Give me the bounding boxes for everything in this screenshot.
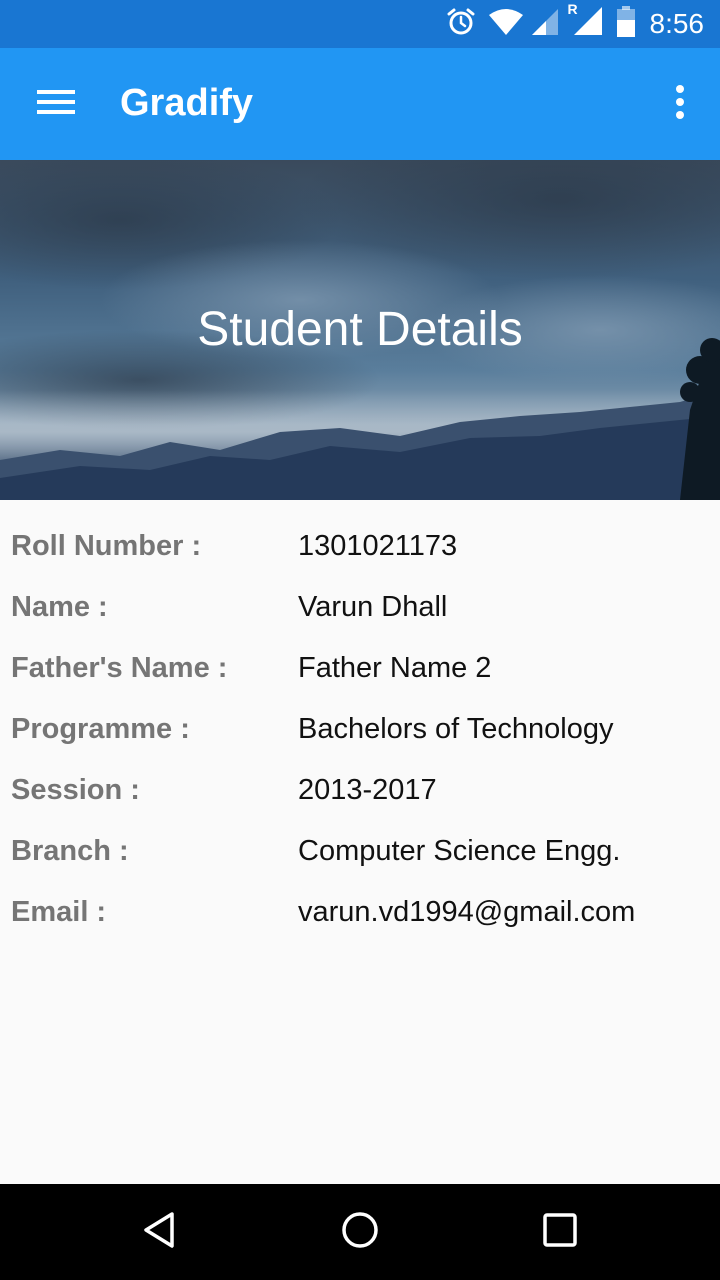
alarm-icon — [446, 7, 476, 42]
detail-label: Name : — [11, 591, 108, 623]
recents-icon — [540, 1210, 580, 1255]
wifi-icon — [488, 7, 524, 42]
detail-row-name: Name : Varun Dhall — [0, 591, 720, 652]
navigation-bar — [0, 1184, 720, 1280]
detail-label: Roll Number : — [11, 530, 202, 562]
detail-label: Father's Name : — [11, 652, 228, 684]
detail-label: Programme : — [11, 713, 190, 745]
home-icon — [340, 1210, 380, 1255]
detail-label: Email : — [11, 896, 107, 928]
battery-icon — [616, 5, 636, 43]
back-icon — [140, 1210, 180, 1255]
overflow-menu-icon — [675, 84, 685, 125]
detail-row-fathers-name: Father's Name : Father Name 2 — [0, 652, 720, 713]
detail-value: Computer Science Engg. — [298, 835, 621, 867]
student-details-list: Roll Number : 1301021173 Name : Varun Dh… — [0, 530, 720, 957]
overflow-menu-button[interactable] — [660, 76, 700, 132]
header-image: Student Details — [0, 160, 720, 500]
status-time: 8:56 — [649, 8, 705, 39]
detail-label: Branch : — [11, 835, 129, 867]
roaming-indicator: R — [567, 0, 578, 17]
detail-label: Session : — [11, 774, 140, 806]
detail-value: 2013-2017 — [298, 774, 437, 806]
roaming-signal-icon: R — [568, 1, 604, 42]
detail-row-programme: Programme : Bachelors of Technology — [0, 713, 720, 774]
app-bar: Gradify — [0, 48, 720, 160]
detail-row-email: Email : varun.vd1994@gmail.com — [0, 896, 720, 957]
detail-value: Varun Dhall — [298, 591, 448, 623]
detail-value: Father Name 2 — [298, 652, 492, 684]
detail-value: Bachelors of Technology — [298, 713, 614, 745]
back-button[interactable] — [128, 1200, 192, 1264]
home-button[interactable] — [328, 1200, 392, 1264]
detail-row-session: Session : 2013-2017 — [0, 774, 720, 835]
status-icons: R 8:56 — [434, 0, 705, 48]
app-title: Gradify — [120, 82, 254, 124]
menu-button[interactable] — [28, 76, 84, 132]
hero-title: Student Details — [197, 303, 523, 356]
status-bar: R 8:56 — [0, 0, 720, 48]
signal-icon — [530, 7, 560, 42]
detail-value: varun.vd1994@gmail.com — [298, 896, 636, 928]
detail-row-branch: Branch : Computer Science Engg. — [0, 835, 720, 896]
menu-icon — [36, 87, 76, 122]
detail-row-roll-number: Roll Number : 1301021173 — [0, 530, 720, 591]
detail-value: 1301021173 — [298, 530, 458, 562]
recents-button[interactable] — [528, 1200, 592, 1264]
